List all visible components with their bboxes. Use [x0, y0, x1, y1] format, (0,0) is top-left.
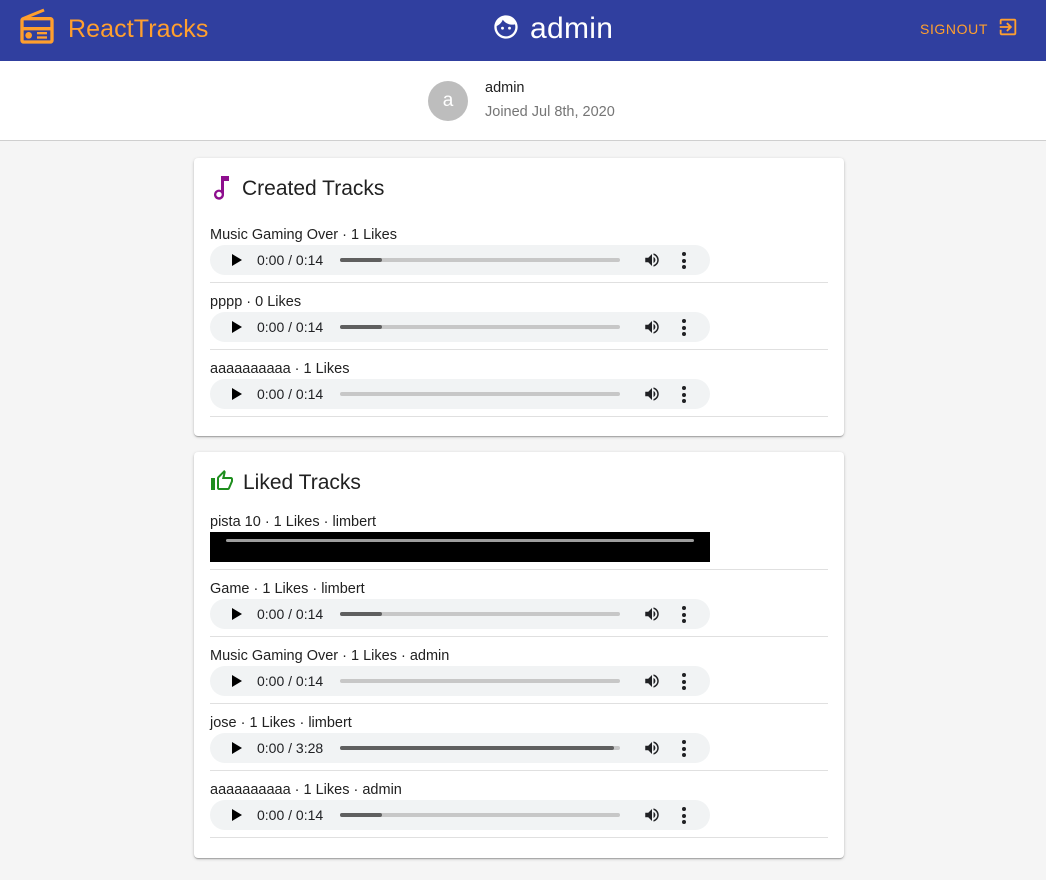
audio-time: 0:00 / 0:14 [257, 319, 324, 335]
audio-player: 0:00 / 0:14 [210, 599, 710, 629]
profile-username: admin [485, 80, 525, 96]
track-row: Game · 1 Likes · limbert 0:00 / 0:14 [210, 570, 828, 637]
audio-seek-bar[interactable] [340, 813, 620, 817]
audio-seek-bar[interactable] [340, 258, 620, 262]
audio-player: 0:00 / 0:14 [210, 379, 710, 409]
volume-icon[interactable] [643, 739, 661, 762]
volume-icon[interactable] [643, 605, 661, 628]
audio-player: 0:00 / 3:28 [210, 733, 710, 763]
audio-seek-fill [340, 325, 382, 329]
track-row: jose · 1 Likes · limbert 0:00 / 3:28 [210, 704, 828, 771]
audio-seek-bar[interactable] [340, 325, 620, 329]
track-title: jose · 1 Likes · limbert [210, 715, 352, 731]
more-options-icon[interactable] [682, 252, 686, 272]
track-title: aaaaaaaaaa · 1 Likes · admin [210, 782, 402, 798]
play-icon[interactable] [232, 321, 242, 333]
brand-title: ReactTracks [68, 14, 209, 43]
track-row: aaaaaaaaaa · 1 Likes 0:00 / 0:14 [210, 350, 828, 417]
audio-time: 0:00 / 3:28 [257, 740, 324, 756]
created-tracks-title: Created Tracks [242, 177, 385, 200]
play-icon[interactable] [232, 388, 242, 400]
more-options-icon[interactable] [682, 807, 686, 827]
track-row: pppp · 0 Likes 0:00 / 0:14 [210, 283, 828, 350]
profile-joined-date: Joined Jul 8th, 2020 [485, 104, 615, 120]
more-options-icon[interactable] [682, 740, 686, 760]
created-tracks-card: Created Tracks Music Gaming Over · 1 Lik… [194, 158, 844, 436]
audio-seek-fill [340, 813, 382, 817]
audio-time: 0:00 / 0:14 [257, 386, 324, 402]
track-title: Music Gaming Over · 1 Likes · admin [210, 648, 450, 664]
audio-seek-bar[interactable] [340, 392, 620, 396]
created-tracks-header: Created Tracks [210, 174, 384, 204]
track-title: pista 10 · 1 Likes · limbert [210, 514, 377, 530]
liked-tracks-title: Liked Tracks [243, 471, 361, 494]
track-title: Game · 1 Likes · limbert [210, 581, 365, 597]
face-icon [492, 13, 520, 46]
video-progress-bar[interactable] [226, 539, 694, 542]
audio-seek-bar[interactable] [340, 612, 620, 616]
audio-seek-bar[interactable] [340, 679, 620, 683]
thumb-up-icon [210, 469, 234, 498]
audio-time: 0:00 / 0:14 [257, 807, 324, 823]
volume-icon[interactable] [643, 672, 661, 695]
video-player[interactable] [210, 532, 710, 562]
audio-time: 0:00 / 0:14 [257, 252, 324, 268]
audio-time: 0:00 / 0:14 [257, 606, 324, 622]
audio-player: 0:00 / 0:14 [210, 312, 710, 342]
music-note-icon [210, 172, 230, 207]
track-row: Music Gaming Over · 1 Likes · admin 0:00 … [210, 637, 828, 704]
audio-player: 0:00 / 0:14 [210, 666, 710, 696]
current-username: admin [530, 12, 614, 45]
more-options-icon[interactable] [682, 606, 686, 626]
created-tracks-list: Music Gaming Over · 1 Likes 0:00 / 0:14 pp… [210, 216, 828, 417]
track-row: pista 10 · 1 Likes · limbert [210, 503, 828, 570]
track-title: aaaaaaaaaa · 1 Likes [210, 361, 350, 377]
track-row: Music Gaming Over · 1 Likes 0:00 / 0:14 [210, 216, 828, 283]
audio-player: 0:00 / 0:14 [210, 800, 710, 830]
play-icon[interactable] [232, 675, 242, 687]
radio-icon [17, 7, 57, 52]
audio-seek-fill [340, 612, 382, 616]
signout-label: SIGNOUT [920, 21, 988, 37]
play-icon[interactable] [232, 254, 242, 266]
volume-icon[interactable] [643, 318, 661, 341]
track-row: aaaaaaaaaa · 1 Likes · admin 0:00 / 0:14 [210, 771, 828, 838]
play-icon[interactable] [232, 608, 242, 620]
avatar: a [428, 81, 468, 121]
audio-player: 0:00 / 0:14 [210, 245, 710, 275]
play-icon[interactable] [232, 742, 242, 754]
signout-button[interactable]: SIGNOUT [920, 14, 1019, 44]
liked-tracks-card: Liked Tracks pista 10 · 1 Likes · limber… [194, 452, 844, 858]
liked-tracks-header: Liked Tracks [210, 468, 361, 498]
volume-icon[interactable] [643, 806, 661, 829]
more-options-icon[interactable] [682, 673, 686, 693]
volume-icon[interactable] [643, 385, 661, 408]
play-icon[interactable] [232, 809, 242, 821]
liked-tracks-list: pista 10 · 1 Likes · limbert Game · 1 Lik… [210, 503, 828, 838]
audio-seek-fill [340, 746, 615, 750]
profile-header: a admin Joined Jul 8th, 2020 [0, 61, 1046, 141]
audio-seek-bar[interactable] [340, 746, 620, 750]
more-options-icon[interactable] [682, 386, 686, 406]
audio-seek-fill [340, 258, 382, 262]
more-options-icon[interactable] [682, 319, 686, 339]
track-title: pppp · 0 Likes [210, 294, 302, 310]
exit-icon [997, 16, 1019, 43]
brand-link[interactable]: ReactTracks [17, 7, 209, 52]
current-user: admin [492, 10, 613, 48]
audio-time: 0:00 / 0:14 [257, 673, 324, 689]
track-title: Music Gaming Over · 1 Likes [210, 227, 397, 243]
volume-icon[interactable] [643, 251, 661, 274]
app-bar: ReactTracks admin SIGNOUT [0, 0, 1046, 61]
